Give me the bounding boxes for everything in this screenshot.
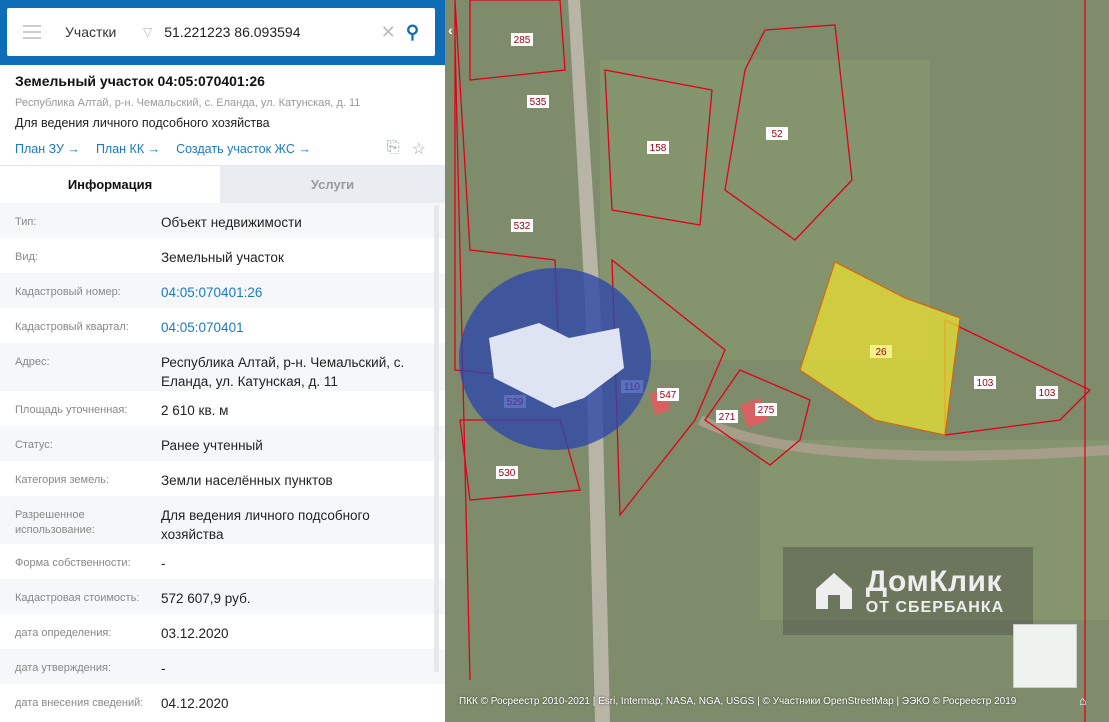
top-bar: Участки ▽ 51.221223 86.093594 ✕ ⚲ [0,0,445,65]
row-value: 04.12.2020 [161,696,229,711]
object-address: Республика Алтай, р-н. Чемальский, с. Ел… [15,97,361,109]
info-row: Форма собственности: - [0,544,445,579]
collapse-panel-icon[interactable]: ‹ [448,22,453,38]
plan-zu-link[interactable]: План ЗУ → [15,142,80,156]
info-panel: Участки ▽ 51.221223 86.093594 ✕ ⚲ Земель… [0,0,445,722]
search-document-icon[interactable]: ⎘ [387,139,400,159]
row-value: 2 610 кв. м [161,403,229,418]
info-row: Кадастровый номер: 04:05:070401:26 [0,273,445,308]
row-value[interactable]: 04:05:070401:26 [161,283,445,308]
info-row: дата внесения сведений: 04.12.2020 [0,684,445,719]
info-row: Категория земель: Земли населённых пункто… [0,461,445,496]
home-icon[interactable]: ⌂ [1079,694,1086,708]
row-label: дата внесения сведений: [15,697,144,709]
layer-select[interactable]: Участки [65,24,135,40]
row-value: Ранее учтенный [161,438,263,453]
parcel-label[interactable]: 52 [771,129,783,140]
handshake-watermark-icon [459,268,651,450]
info-row: Тип: Объект недвижимости [0,203,445,238]
parcel-label[interactable]: 103 [1039,388,1056,399]
tab-info[interactable]: Информация [0,166,220,203]
menu-icon[interactable] [23,25,41,39]
object-title: Земельный участок 04:05:070401:26 [15,73,265,89]
parcel-label[interactable]: 535 [530,97,547,108]
info-row: Кадастровая стоимость: 572 607,9 руб. [0,579,445,614]
info-row: Площадь уточненная: 2 610 кв. м [0,391,445,426]
tab-services[interactable]: Услуги [220,166,445,203]
row-value: Земельный участок [161,250,284,265]
search-bar: Участки ▽ 51.221223 86.093594 ✕ ⚲ [7,8,435,56]
row-label: Категория земель: [15,474,110,486]
row-value[interactable]: 04:05:070401 [161,318,445,343]
plan-kk-link[interactable]: План КК → [96,142,160,156]
clear-icon[interactable]: ✕ [381,22,396,43]
row-label: Разрешенное использование: [15,509,95,536]
parcel-label[interactable]: 158 [650,143,667,154]
chevron-down-icon[interactable]: ▽ [143,25,152,39]
info-row: Кадастровый квартал: 04:05:070401 [0,308,445,343]
parcel-label[interactable]: 275 [758,405,775,416]
row-value: - [161,556,166,571]
search-icon[interactable]: ⚲ [406,22,419,43]
row-label: Статус: [15,439,53,451]
row-label: Тип: [15,216,37,228]
row-value: Для ведения личного подсобного хозяйства [161,508,370,542]
create-parcel-link[interactable]: Создать участок ЖС → [176,142,311,156]
parcel-label[interactable]: 26 [875,347,887,358]
minimap[interactable] [1013,624,1077,688]
row-label: Вид: [15,251,38,263]
row-label: Кадастровый номер: [15,286,121,298]
domclick-watermark: ДомКлик ОТ СБЕРБАНКА [783,547,1033,635]
row-label: Кадастровый квартал: [15,321,129,333]
info-row: Разрешенное использование: Для ведения ли… [0,496,445,544]
star-icon[interactable]: ☆ [412,139,426,159]
row-value: 03.12.2020 [161,626,229,641]
row-value: Объект недвижимости [161,215,302,230]
row-value: - [161,661,166,676]
object-use: Для ведения личного подсобного хозяйства [15,116,270,130]
house-logo-icon [815,573,852,609]
parcel-label[interactable]: 530 [499,468,516,479]
parcel-label[interactable]: 285 [514,35,531,46]
search-input[interactable]: 51.221223 86.093594 [164,24,380,40]
row-value: 572 607,9 руб. [161,591,251,606]
watermark-sub: ОТ СБЕРБАНКА [865,599,1005,616]
info-row: дата утверждения: - [0,649,445,684]
parcel-label[interactable]: 103 [977,378,994,389]
scrollbar[interactable] [434,205,439,672]
row-label: Площадь уточненная: [15,404,128,416]
row-value: Республика Алтай, р-н. Чемальский, с. Ел… [161,355,405,389]
row-label: Кадастровая стоимость: [15,592,140,604]
info-row: Статус: Ранее учтенный [0,426,445,461]
info-row: дата определения: 03.12.2020 [0,614,445,649]
row-label: дата утверждения: [15,662,112,674]
parcel-label[interactable]: 271 [719,412,736,423]
parcel-label[interactable]: 547 [660,390,677,401]
info-table: Тип: Объект недвижимости Вид: Земельный уча… [0,203,445,719]
info-row: Адрес: Республика Алтай, р-н. Чемальский,… [0,343,445,391]
map-attribution: ПКК © Росреестр 2010-2021 | Esri, Interm… [459,696,1017,707]
parcel-label[interactable]: 532 [514,221,531,232]
watermark-logo: ДомКлик [865,565,1002,598]
row-label: дата определения: [15,627,112,639]
row-label: Форма собственности: [15,557,131,569]
row-label: Адрес: [15,356,50,368]
info-row: Вид: Земельный участок [0,238,445,273]
row-value: Земли населённых пунктов [161,473,333,488]
